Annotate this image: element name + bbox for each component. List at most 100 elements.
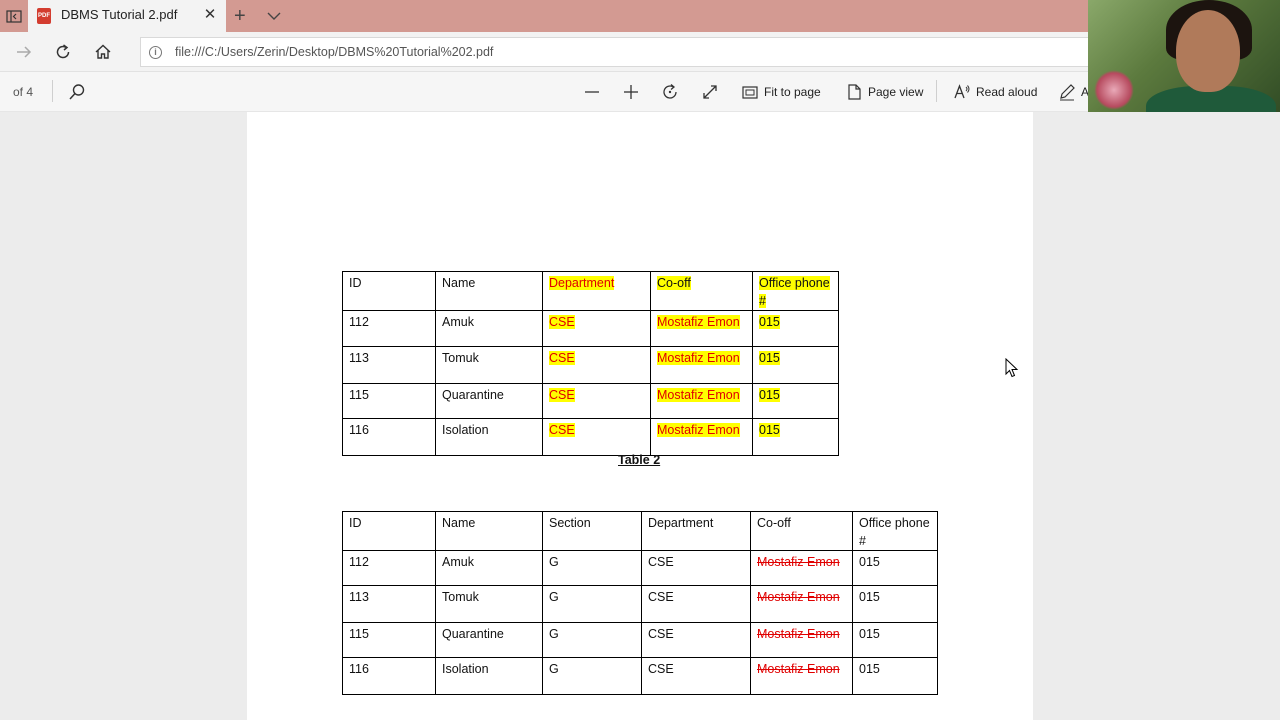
cell-office-phone: 015 [752,346,839,384]
table-3: ID Name Section Department Co-off Office… [342,511,938,695]
new-tab-icon[interactable]: + [234,5,246,27]
read-aloud-button[interactable]: Read aloud [953,82,1037,102]
cell-section: G [542,550,642,586]
header-co-off: Co-off [750,511,853,551]
header-id: ID [342,511,436,551]
table-2: ID Name Department Co-off Office phone #… [342,271,839,456]
draw-button[interactable]: A [1058,82,1088,102]
cell-co-off: Mostafiz Emon [650,418,753,456]
pdf-viewer[interactable]: ID Name Department Co-off Office phone #… [0,112,1280,720]
header-department: Department [542,271,651,311]
cell-co-off: Mostafiz Emon [650,383,753,419]
info-icon[interactable]: i [149,46,162,59]
address-bar[interactable]: i file:///C:/Users/Zerin/Desktop/DBMS%20… [140,37,1088,67]
cell-section: G [542,657,642,695]
cell-co-off: Mostafiz Emon [750,622,853,658]
flowers-decoration [1094,70,1134,110]
presenter-face [1176,10,1240,92]
page-view-label: Page view [868,85,924,99]
table-row: 112 Amuk CSE Mostafiz Emon 015 [342,310,839,347]
cell-id: 112 [342,310,436,347]
read-aloud-label: Read aloud [976,85,1038,99]
table-row: 115 Quarantine G CSE Mostafiz Emon 015 [342,622,938,658]
cell-name: Quarantine [435,622,543,658]
toolbar-divider [936,80,937,102]
cell-name: Quarantine [435,383,543,419]
table-2-caption: Table 2 [618,453,661,467]
cell-department: CSE [641,622,751,658]
cell-name: Isolation [435,657,543,695]
table-header-row: ID Name Section Department Co-off Office… [342,511,938,551]
cell-department: CSE [542,346,651,384]
address-toolbar: i file:///C:/Users/Zerin/Desktop/DBMS%20… [0,32,1088,72]
pdf-page: ID Name Department Co-off Office phone #… [247,112,1033,720]
cell-office-phone: 015 [752,418,839,456]
pdf-file-icon: PDF [37,8,51,24]
tab-pdf[interactable]: PDF DBMS Tutorial 2.pdf ✕ [28,0,226,32]
header-id: ID [342,271,436,311]
refresh-icon[interactable] [52,41,74,63]
cell-section: G [542,622,642,658]
cell-name: Tomuk [435,585,543,623]
table-row: 113 Tomuk CSE Mostafiz Emon 015 [342,346,839,384]
fullscreen-icon[interactable] [701,82,719,102]
header-name: Name [435,271,543,311]
cell-id: 113 [342,346,436,384]
zoom-out-icon[interactable] [583,82,601,102]
draw-label: A [1081,85,1088,99]
cell-office-phone: 015 [752,383,839,419]
cell-office-phone: 015 [852,550,938,586]
home-icon[interactable] [92,41,114,63]
forward-icon[interactable] [13,41,35,63]
cell-name: Amuk [435,550,543,586]
cell-department: CSE [641,657,751,695]
fit-to-page-button[interactable]: Fit to page [742,82,826,102]
cell-office-phone: 015 [852,657,938,695]
cell-co-off: Mostafiz Emon [750,585,853,623]
close-tab-icon[interactable]: ✕ [202,7,218,23]
tab-actions-icon[interactable] [4,6,24,26]
cell-co-off: Mostafiz Emon [750,657,853,695]
url-text: file:///C:/Users/Zerin/Desktop/DBMS%20Tu… [175,45,494,59]
zoom-in-icon[interactable] [622,82,640,102]
tab-bar: PDF DBMS Tutorial 2.pdf ✕ + [0,0,1088,32]
cell-department: CSE [542,383,651,419]
table-row: 113 Tomuk G CSE Mostafiz Emon 015 [342,585,938,623]
cell-office-phone: 015 [852,622,938,658]
cell-department: CSE [542,418,651,456]
cell-id: 116 [342,657,436,695]
header-co-off: Co-off [650,271,753,311]
cell-id: 112 [342,550,436,586]
cell-id: 115 [342,622,436,658]
search-icon[interactable] [68,82,88,102]
page-view-button[interactable]: Page view [846,82,926,102]
tab-title: DBMS Tutorial 2.pdf [61,7,178,22]
cell-id: 113 [342,585,436,623]
header-department: Department [641,511,751,551]
page-count: of 4 [13,85,34,99]
cell-co-off: Mostafiz Emon [650,346,753,384]
rotate-icon[interactable] [661,82,679,102]
pdf-toolbar: of 4 Fit to page Page view Read aloud A [0,72,1088,112]
cell-department: CSE [641,585,751,623]
header-office-phone: Office phone # [752,271,839,311]
cell-department: CSE [641,550,751,586]
cell-name: Tomuk [435,346,543,384]
cell-office-phone: 015 [852,585,938,623]
cell-department: CSE [542,310,651,347]
table-row: 112 Amuk G CSE Mostafiz Emon 015 [342,550,938,586]
cell-id: 115 [342,383,436,419]
cell-co-off: Mostafiz Emon [650,310,753,347]
chevron-down-icon[interactable] [266,9,282,23]
cell-name: Amuk [435,310,543,347]
cell-co-off: Mostafiz Emon [750,550,853,586]
table-row: 115 Quarantine CSE Mostafiz Emon 015 [342,383,839,419]
header-name: Name [435,511,543,551]
webcam-overlay [1088,0,1280,124]
header-section: Section [542,511,642,551]
header-office-phone: Office phone # [852,511,938,551]
cell-section: G [542,585,642,623]
fit-to-page-label: Fit to page [764,85,821,99]
cell-office-phone: 015 [752,310,839,347]
cell-id: 116 [342,418,436,456]
